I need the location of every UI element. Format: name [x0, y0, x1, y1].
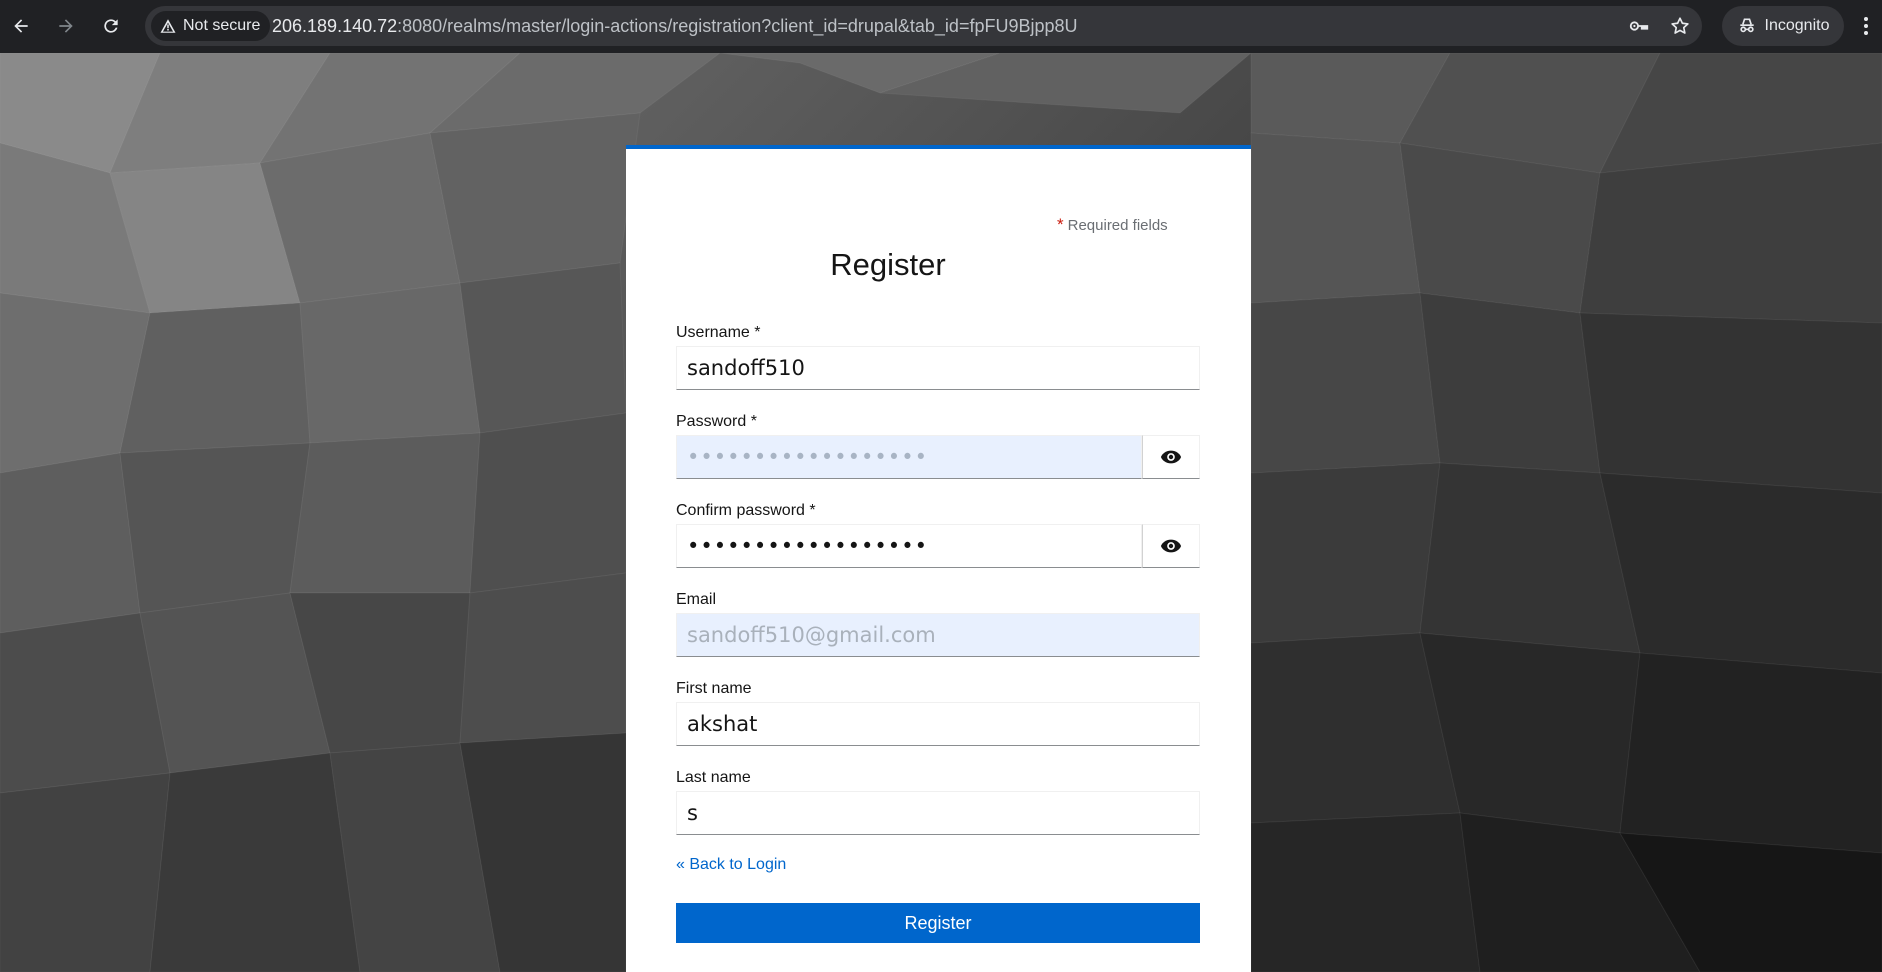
required-fields-text: Required fields: [1067, 217, 1168, 234]
browser-toolbar: Not secure 206.189.140.72:8080/realms/ma…: [0, 0, 1882, 53]
registration-card: * Required fields Register Username * san…: [626, 145, 1251, 972]
back-button[interactable]: [7, 12, 35, 40]
page-background: * Required fields Register Username * san…: [0, 53, 1882, 972]
eye-icon: [1160, 450, 1182, 464]
password-input[interactable]: ••••••••••••••••••: [676, 435, 1142, 479]
bookmark-button[interactable]: [1668, 14, 1692, 38]
arrow-left-icon: [14, 19, 28, 33]
first-name-input[interactable]: akshat: [676, 702, 1200, 746]
url-text[interactable]: 206.189.140.72:8080/realms/master/login-…: [272, 6, 1078, 46]
reload-button[interactable]: [97, 12, 125, 40]
eye-icon: [1160, 539, 1182, 553]
key-icon: [1629, 21, 1649, 31]
security-indicator[interactable]: Not secure: [151, 11, 271, 41]
star-icon: [1671, 17, 1689, 34]
username-input[interactable]: sandoff510: [676, 346, 1200, 390]
url-host: 206.189.140.72: [272, 16, 398, 36]
email-input[interactable]: sandoff510@gmail.com: [676, 613, 1200, 657]
forward-button[interactable]: [52, 12, 80, 40]
last-name-input[interactable]: s: [676, 791, 1200, 835]
url-path: :8080/realms/master/login-actions/regist…: [397, 16, 1078, 36]
confirm-password-input[interactable]: ••••••••••••••••••: [676, 524, 1142, 568]
page-title: Register: [830, 247, 946, 282]
required-fields-note: * Required fields: [1057, 215, 1168, 235]
browser-menu-button[interactable]: [1856, 14, 1876, 38]
email-label: Email: [676, 591, 717, 608]
security-label: Not secure: [183, 17, 261, 34]
required-star: *: [1057, 215, 1064, 234]
confirm-password-label: Confirm password *: [676, 502, 816, 519]
kebab-menu-icon: [1864, 17, 1868, 35]
incognito-indicator[interactable]: Incognito: [1722, 6, 1844, 46]
show-password-button[interactable]: [1142, 435, 1200, 479]
username-label: Username *: [676, 324, 761, 341]
arrow-right-icon: [59, 19, 73, 33]
password-manager-button[interactable]: [1627, 14, 1651, 38]
address-bar[interactable]: Not secure 206.189.140.72:8080/realms/ma…: [145, 6, 1702, 46]
first-name-label: First name: [676, 680, 752, 697]
back-to-login-link[interactable]: « Back to Login: [676, 856, 786, 874]
register-button[interactable]: Register: [676, 903, 1200, 943]
warning-triangle-icon: [160, 19, 176, 33]
incognito-label: Incognito: [1764, 17, 1830, 34]
last-name-label: Last name: [676, 769, 751, 786]
incognito-icon: [1739, 18, 1754, 33]
password-label: Password *: [676, 413, 757, 430]
show-confirm-password-button[interactable]: [1142, 524, 1200, 568]
reload-icon: [104, 19, 118, 33]
